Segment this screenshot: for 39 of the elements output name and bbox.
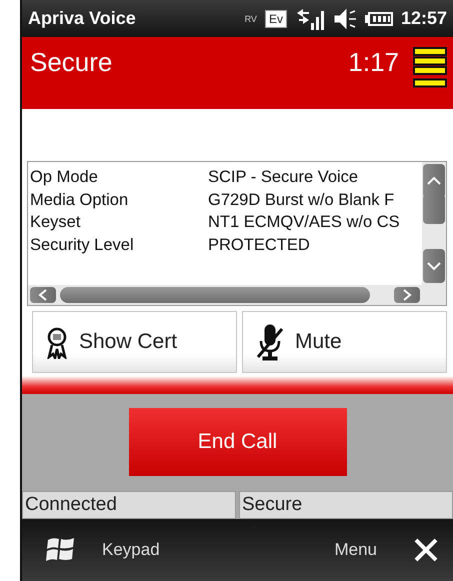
scroll-left-button[interactable] (30, 287, 56, 303)
detail-value: SCIP - Secure Voice (208, 167, 358, 188)
detail-value: PROTECTED (208, 234, 310, 256)
status-pane: Secure (239, 491, 453, 519)
network-indicator: Ev (264, 10, 287, 28)
scroll-up-button[interactable] (423, 164, 445, 198)
detail-label: Media Option (30, 190, 130, 210)
call-state-title: Secure (30, 47, 114, 78)
chevron-up-icon (426, 176, 442, 186)
menu-softkey[interactable]: Menu (334, 540, 377, 560)
scroll-right-button[interactable] (394, 287, 420, 303)
app-title: Apriva Voice (28, 8, 137, 29)
speaker-muted-icon (332, 8, 357, 30)
show-cert-button[interactable]: Show Cert (32, 311, 237, 373)
detail-label: Op Mode (30, 167, 99, 188)
battery-icon (364, 10, 393, 26)
data-signal-icon (294, 6, 325, 30)
status-pane: Connected (22, 491, 236, 519)
roaming-indicator: RV (244, 14, 257, 24)
horizontal-scroll-thumb[interactable] (60, 287, 370, 303)
chevron-left-icon (38, 288, 48, 302)
detail-value: NT1 ECMQV/AES w/o CS (208, 212, 400, 233)
detail-value: G729D Burst w/o Blank F (208, 190, 394, 210)
chevron-down-icon (426, 261, 442, 271)
keypad-softkey[interactable]: Keypad (102, 540, 334, 560)
scroll-down-button[interactable] (423, 249, 445, 283)
call-timer: 1:17 (348, 47, 399, 78)
detail-label: Keyset (30, 212, 82, 233)
signal-bars-icon (413, 47, 447, 89)
scroll-thumb[interactable] (423, 194, 445, 224)
detail-label: Security Level (30, 234, 135, 256)
clock-time: 12:57 (400, 8, 447, 29)
award-icon (45, 325, 69, 359)
end-call-button[interactable]: End Call (128, 408, 346, 476)
windows-logo-icon[interactable] (46, 536, 76, 564)
close-icon[interactable] (413, 537, 439, 563)
chevron-right-icon (402, 288, 412, 302)
mute-button[interactable]: Mute (242, 311, 447, 373)
muted-microphone-icon (255, 323, 285, 361)
